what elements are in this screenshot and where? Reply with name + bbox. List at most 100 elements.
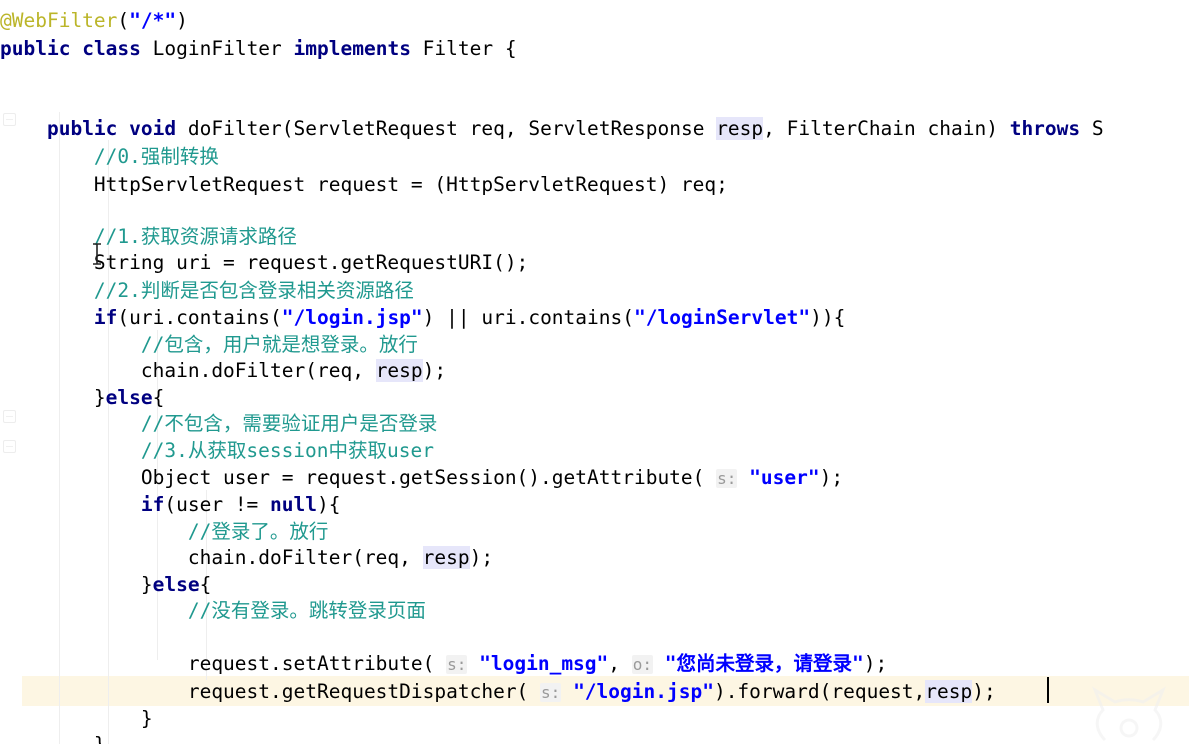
code-string: "/login.jsp" [281, 306, 423, 329]
parameter-hint: s: [446, 655, 468, 674]
code-text: , FilterChain chain) [763, 117, 1010, 140]
code-line[interactable]: //0.强制转换 [0, 142, 1189, 172]
code-text: ) [176, 9, 188, 32]
code-comment: //0.强制转换 [93, 145, 219, 168]
code-string: "/loginServlet" [634, 306, 811, 329]
code-keyword: null [270, 493, 318, 516]
code-keyword: else [152, 573, 200, 596]
code-line[interactable]: //不包含，需要验证用户是否登录 [0, 409, 1189, 439]
highlighted-identifier: resp [925, 680, 973, 703]
code-keyword: if [93, 306, 118, 329]
code-text: (user != [164, 493, 271, 516]
highlighted-identifier: resp [716, 117, 764, 140]
highlighted-identifier: resp [422, 546, 470, 569]
code-text: ); [422, 359, 447, 382]
code-keyword: throws [1009, 117, 1081, 140]
highlighted-identifier: resp [375, 359, 423, 382]
code-text: } [0, 573, 153, 596]
code-text: chain.doFilter(req, [0, 359, 376, 382]
code-line[interactable]: //没有登录。跳转登录页面 [0, 596, 1189, 626]
code-line[interactable]: //3.从获取session中获取user [0, 436, 1189, 466]
code-text: ); [819, 466, 844, 489]
code-keyword: void [129, 117, 177, 140]
code-text: ).forward(request, [713, 680, 926, 703]
code-string: "/login.jsp" [573, 680, 714, 703]
code-line[interactable]: @WebFilter("/*") [0, 6, 1189, 36]
code-comment: //2.判断是否包含登录相关资源路径 [93, 279, 414, 302]
code-line[interactable]: String uri = request.getRequestURI(); [0, 248, 1189, 278]
code-string: "user" [749, 466, 820, 489]
code-text: { [152, 386, 165, 409]
code-text: S [1080, 117, 1104, 140]
code-keyword: else [105, 386, 153, 409]
code-keyword: public [0, 37, 71, 60]
code-line[interactable]: if(user != null){ [0, 490, 1189, 520]
code-text: ) || uri.contains( [422, 306, 634, 329]
code-text: } [0, 707, 153, 730]
code-text: } [0, 733, 106, 744]
code-text: } [0, 386, 106, 409]
code-comment: //3.从获取session中获取user [140, 439, 434, 462]
code-comment: //登录了。放行 [187, 520, 329, 543]
code-text: ); [972, 680, 996, 703]
parameter-hint: s: [716, 469, 738, 488]
code-text: request.setAttribute( [0, 652, 447, 675]
code-text: ); [469, 546, 494, 569]
code-line[interactable]: if(uri.contains("/login.jsp") || uri.con… [0, 303, 1189, 333]
code-line[interactable]: public void doFilter(ServletRequest req,… [0, 114, 1189, 144]
code-text: ( [117, 9, 130, 32]
code-line[interactable]: } [0, 730, 1189, 744]
code-text: ); [863, 652, 888, 675]
code-line[interactable]: chain.doFilter(req, resp); [0, 356, 1189, 386]
code-string: "login_msg" [479, 652, 609, 675]
code-line[interactable]: Object user = request.getSession().getAt… [0, 463, 1189, 493]
code-text: Object user = request.getSession().getAt… [0, 466, 717, 489]
code-line[interactable]: HttpServletRequest request = (HttpServle… [0, 170, 1189, 200]
code-text: ){ [317, 493, 341, 516]
code-line[interactable] [0, 62, 1189, 92]
code-text: Filter { [410, 37, 517, 60]
code-line[interactable]: //2.判断是否包含登录相关资源路径 [0, 276, 1189, 306]
code-string: "您尚未登录，请登录" [664, 652, 864, 675]
code-comment: //没有登录。跳转登录页面 [187, 599, 426, 622]
text-caret [1047, 677, 1049, 703]
code-text-layer[interactable]: @WebFilter("/*") public class LoginFilter… [0, 0, 1189, 744]
code-text: { [199, 573, 212, 596]
code-line[interactable]: request.getRequestDispatcher( s: "/login… [0, 677, 1189, 707]
code-comment: //包含，用户就是想登录。放行 [140, 333, 418, 356]
parameter-hint: s: [540, 683, 562, 702]
code-annotation: @WebFilter [0, 9, 118, 32]
code-line[interactable]: chain.doFilter(req, resp); [0, 543, 1189, 573]
parameter-hint: o: [631, 655, 654, 674]
code-text: request.getRequestDispatcher( [0, 680, 541, 703]
code-text: chain.doFilter(req, [0, 546, 423, 569]
code-line[interactable]: public class LoginFilter implements Filt… [0, 34, 1189, 64]
code-keyword: class [82, 37, 141, 60]
code-text: )){ [810, 306, 846, 329]
code-text: , [608, 652, 632, 675]
code-keyword: public [46, 117, 118, 140]
code-text: HttpServletRequest request = (HttpServle… [0, 173, 728, 196]
code-editor[interactable]: @WebFilter("/*") public class LoginFilter… [0, 0, 1189, 744]
code-keyword: implements [293, 37, 411, 60]
code-line[interactable]: request.setAttribute( s: "login_msg", o:… [0, 649, 1189, 679]
code-text: String uri = request.getRequestURI(); [0, 251, 529, 274]
code-text: (uri.contains( [117, 306, 282, 329]
